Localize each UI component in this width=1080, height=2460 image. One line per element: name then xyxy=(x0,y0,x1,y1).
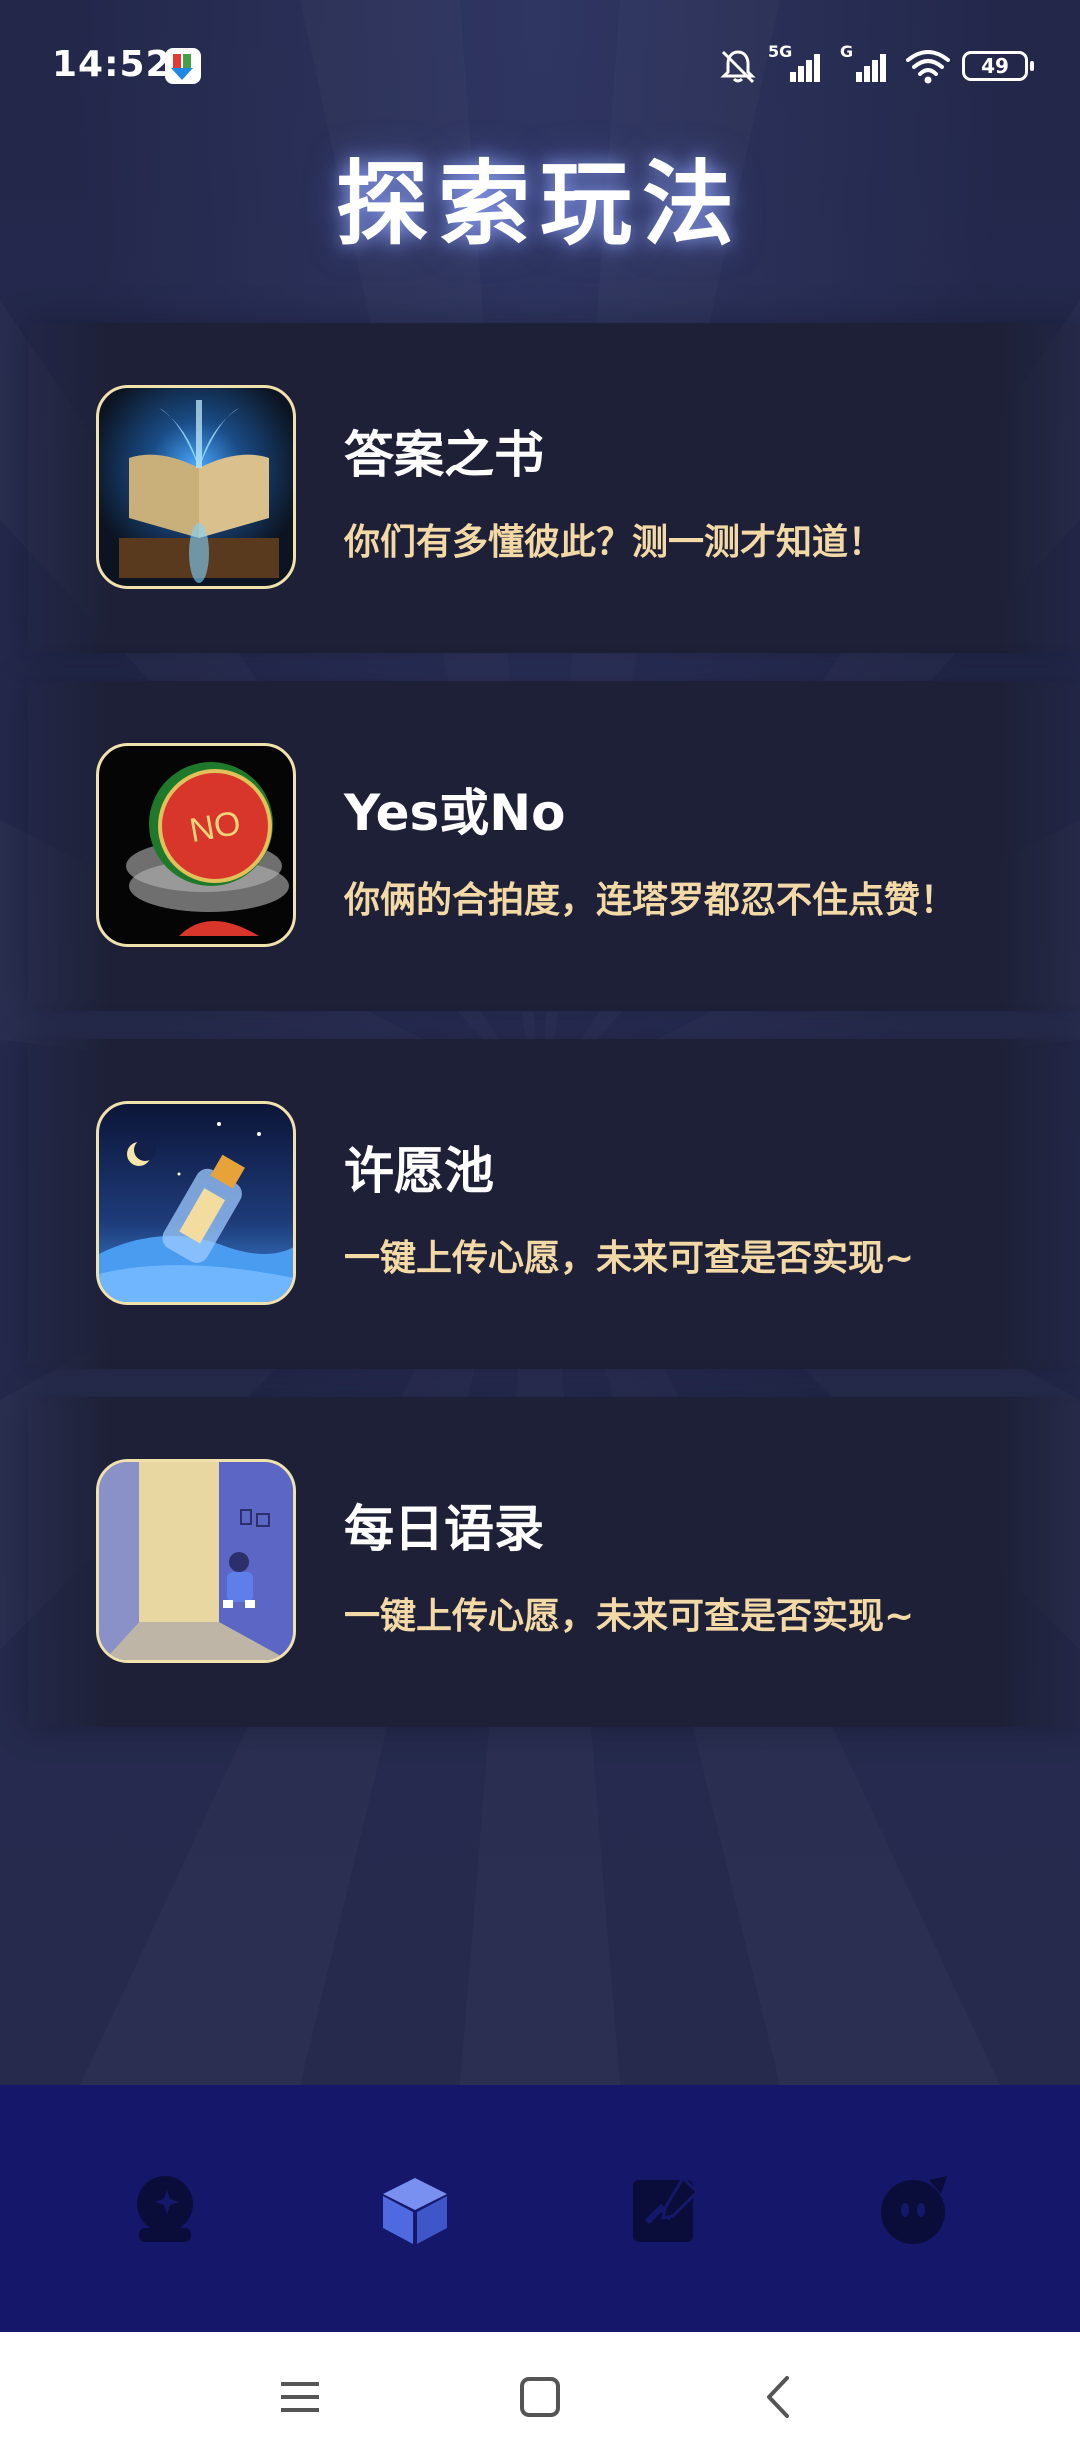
battery-level: 49 xyxy=(981,54,1009,78)
cube-icon xyxy=(383,2178,447,2244)
status-bar: 14:52 5G G 49 xyxy=(0,0,1080,130)
status-time: 14:52 xyxy=(52,44,172,85)
battery-indicator: 49 xyxy=(962,51,1034,81)
card-book-of-answers[interactable]: 答案之书 你们有多懂彼此？测一测才知道！ xyxy=(28,323,1080,653)
back-chevron-icon xyxy=(767,2376,789,2418)
yes-no-coin-image: NO xyxy=(96,743,296,947)
wifi-icon xyxy=(906,50,950,84)
crystal-ball-icon xyxy=(137,2176,193,2242)
card-yes-or-no[interactable]: NO Yes或No 你俩的合拍度，连塔罗都忍不住点赞！ xyxy=(28,681,1080,1011)
face-icon xyxy=(881,2176,947,2244)
quiet-room-image xyxy=(96,1459,296,1663)
card-description: 一键上传心愿，未来可查是否实现~ xyxy=(344,1238,915,1279)
home-square-icon xyxy=(520,2377,560,2417)
status-indicators: 5G G 49 xyxy=(718,42,1034,88)
back-button[interactable] xyxy=(745,2362,815,2432)
card-description: 一键上传心愿，未来可查是否实现~ xyxy=(344,1596,915,1637)
tab-notes[interactable] xyxy=(622,2167,708,2253)
menu-icon xyxy=(281,2382,319,2412)
card-title: 每日语录 xyxy=(344,1500,544,1558)
glowing-book-image xyxy=(96,385,296,589)
recent-apps-button[interactable] xyxy=(265,2362,335,2432)
tab-cube[interactable] xyxy=(372,2167,458,2253)
bell-muted-icon xyxy=(720,50,756,84)
card-daily-quotes[interactable]: 每日语录 一键上传心愿，未来可查是否实现~ xyxy=(28,1397,1080,1727)
wish-bottle-image xyxy=(96,1101,296,1305)
page-title: 探索玩法 xyxy=(335,150,744,258)
card-title: Yes或No xyxy=(344,784,566,842)
card-title: 许愿池 xyxy=(344,1142,494,1200)
app-notification-icon xyxy=(165,48,201,84)
tab-crystal-ball[interactable] xyxy=(122,2167,208,2253)
home-button[interactable] xyxy=(505,2362,575,2432)
note-edit-icon xyxy=(633,2175,700,2242)
card-wishing-pool[interactable]: 许愿池 一键上传心愿，未来可查是否实现~ xyxy=(28,1039,1080,1369)
bottom-tab-bar xyxy=(0,2085,1080,2332)
card-title: 答案之书 xyxy=(344,426,544,484)
cellular-signal-g-icon: G xyxy=(838,42,894,86)
system-navigation-bar xyxy=(0,2332,1080,2460)
card-description: 你们有多懂彼此？测一测才知道！ xyxy=(344,522,885,563)
card-description: 你俩的合拍度，连塔罗都忍不住点赞！ xyxy=(344,880,957,921)
cellular-signal-5g-icon: 5G xyxy=(768,42,828,86)
tab-profile[interactable] xyxy=(872,2167,958,2253)
